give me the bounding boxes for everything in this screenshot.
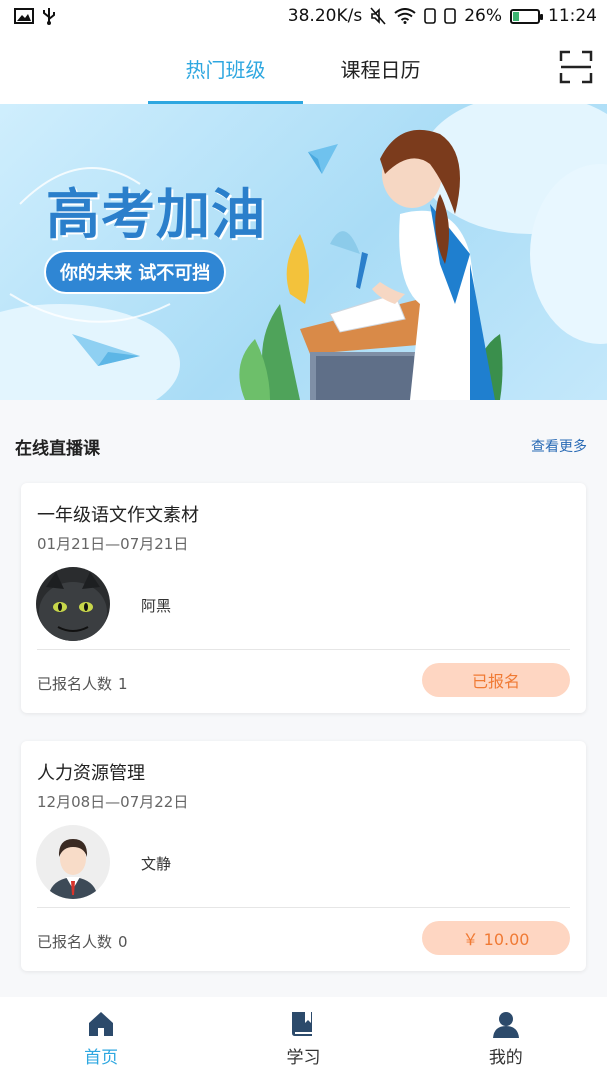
divider [37,907,570,908]
tab-bar: 热门班级 课程日历 [148,32,458,104]
tab-course-calendar[interactable]: 课程日历 [303,32,458,104]
live-courses-header: 在线直播课 查看更多 [0,400,607,484]
course-date: 12月08日—07月22日 [37,793,189,811]
teacher-avatar [36,825,110,899]
enrollment-info: 已报名人数 0 [37,931,128,952]
tab-hot-classes[interactable]: 热门班级 [148,32,303,104]
section-title: 在线直播课 [15,439,100,459]
bottom-navigation: 首页 学习 我的 [0,997,607,1080]
usb-icon [43,8,55,25]
status-bar: 38.20K/s 26% 11:24 [0,0,607,32]
scan-icon[interactable] [559,50,593,84]
nav-home[interactable]: 首页 [0,997,202,1080]
enrollment-count: 1 [118,675,128,693]
user-icon [492,1012,519,1038]
wifi-icon [394,8,416,24]
image-icon [14,8,34,24]
view-more-link[interactable]: 查看更多 [531,436,587,456]
enrollment-count: 0 [118,933,128,951]
course-title: 人力资源管理 [37,763,145,784]
enrollment-info: 已报名人数 1 [37,673,128,694]
nav-study[interactable]: 学习 [202,997,404,1080]
sim-icon [424,8,437,24]
enrollment-label: 已报名人数 [37,675,113,693]
network-speed: 38.20K/s [287,6,363,26]
nav-label: 学习 [286,1048,321,1068]
banner-slogan: 你的未来 试不可挡 [44,250,227,294]
enrollment-label: 已报名人数 [37,933,113,951]
teacher-avatar [36,567,110,641]
course-date: 01月21日—07月21日 [37,535,189,553]
book-icon [292,1012,313,1036]
promo-banner[interactable]: 高考加油 你的未来 试不可挡 [0,104,607,400]
course-card[interactable]: 人力资源管理 12月08日—07月22日 文静 已报名人数 0 ￥ 10.00 [21,741,586,971]
course-card[interactable]: 一年级语文作文素材 01月21日—07月21日 阿黑 已报名人数 1 已报名 [21,483,586,713]
home-icon [89,1012,114,1036]
mute-icon [370,7,386,25]
course-title: 一年级语文作文素材 [37,505,199,526]
teacher-name: 阿黑 [141,597,172,615]
battery-percent: 26% [464,6,502,26]
divider [37,649,570,650]
nav-label: 首页 [84,1048,119,1068]
banner-title: 高考加油 [46,183,266,246]
teacher-name: 文静 [141,855,172,873]
nav-profile[interactable]: 我的 [405,997,607,1080]
battery-icon [510,8,543,24]
nav-label: 我的 [488,1048,523,1068]
price-button[interactable]: ￥ 10.00 [422,921,570,955]
clock: 11:24 [548,6,597,26]
enrolled-button[interactable]: 已报名 [422,663,570,697]
top-header: 热门班级 课程日历 [0,32,607,104]
sim-icon [444,8,457,24]
